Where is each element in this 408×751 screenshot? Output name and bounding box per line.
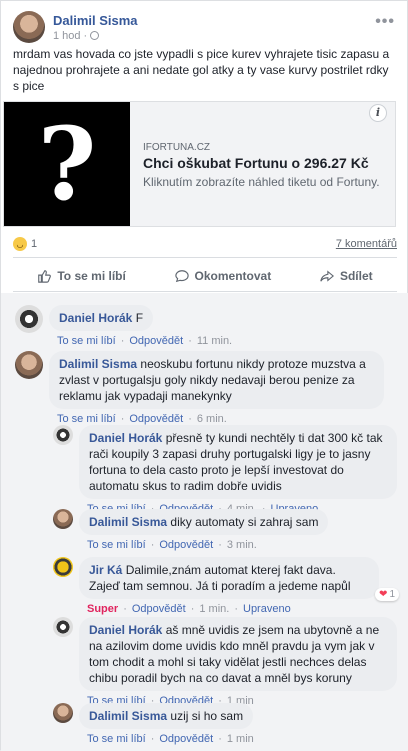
reply-link[interactable]: Odpovědět bbox=[129, 413, 183, 425]
commenter-avatar[interactable] bbox=[53, 703, 73, 723]
post-card: Dalimil Sisma 1 hod · ••• mrdam vas hova… bbox=[0, 0, 408, 751]
reply-link[interactable]: Odpovědět bbox=[159, 539, 213, 551]
reply-comment: Daniel Horák aš mně uvidis ze jsem na ub… bbox=[53, 617, 397, 707]
divider bbox=[13, 291, 397, 292]
thumbs-up-icon bbox=[38, 270, 52, 283]
comment-reaction-badge[interactable]: ❤ 1 bbox=[375, 588, 399, 601]
post-author[interactable]: Dalimil Sisma bbox=[53, 13, 138, 28]
question-mark-image: ? bbox=[4, 102, 130, 226]
comment-author[interactable]: Daniel Horák bbox=[59, 311, 132, 325]
commenter-avatar[interactable] bbox=[53, 509, 73, 529]
share-button[interactable]: Sdílet bbox=[320, 269, 373, 283]
comment-author[interactable]: Daniel Horák bbox=[89, 431, 162, 445]
comment-time[interactable]: 3 min. bbox=[227, 539, 257, 551]
reply-link[interactable]: Odpovědět bbox=[129, 335, 183, 347]
comment-text: uzij si ho sam bbox=[170, 709, 244, 723]
super-reaction-link[interactable]: Super bbox=[87, 603, 118, 615]
reaction-count[interactable]: 1 bbox=[31, 238, 37, 250]
like-link[interactable]: To se mi líbí bbox=[87, 539, 146, 551]
commenter-avatar[interactable] bbox=[53, 617, 73, 637]
link-domain: IFORTUNA.CZ bbox=[143, 142, 211, 153]
reply-link[interactable]: Odpovědět bbox=[132, 603, 186, 615]
speech-bubble-icon bbox=[174, 270, 189, 283]
comment-text: F bbox=[135, 311, 144, 325]
comments-section: Daniel Horák F To se mi líbí · Odpovědět · 1… bbox=[1, 293, 408, 751]
heart-reaction-icon: ❤ bbox=[379, 589, 388, 600]
like-link[interactable]: To se mi líbí bbox=[87, 733, 146, 745]
reply-comment: Dalimil Sisma uzij si ho sam To se mi lí… bbox=[53, 703, 254, 745]
reply-comment: Dalimil Sisma diky automaty si zahraj sa… bbox=[53, 509, 329, 551]
post-time[interactable]: 1 hod bbox=[53, 30, 81, 42]
comment-author[interactable]: Dalimil Sisma bbox=[89, 709, 167, 723]
comment: Dalimil Sisma neoskubu fortunu nikdy pro… bbox=[15, 351, 384, 425]
edited-link[interactable]: Upraveno bbox=[243, 603, 291, 615]
haha-reaction-icon[interactable]: ◡ bbox=[13, 237, 27, 251]
commenter-avatar[interactable] bbox=[53, 557, 73, 577]
like-button[interactable]: To se mi líbí bbox=[37, 269, 126, 283]
comment-author[interactable]: Daniel Horák bbox=[89, 623, 162, 637]
divider bbox=[13, 257, 397, 258]
comment-text: diky automaty si zahraj sam bbox=[170, 515, 319, 529]
comment-time[interactable]: 6 min. bbox=[197, 413, 227, 425]
commenter-avatar[interactable] bbox=[53, 425, 73, 445]
link-title: Chci oškubat Fortunu o 296.27 Kč bbox=[143, 155, 369, 171]
info-icon[interactable]: i bbox=[369, 104, 387, 122]
comment-author[interactable]: Dalimil Sisma bbox=[89, 515, 167, 529]
link-description: Kliknutím zobrazíte náhled tiketu od For… bbox=[143, 175, 380, 189]
comment-author[interactable]: Dalimil Sisma bbox=[59, 357, 137, 371]
action-bar: To se mi líbí Okomentovat Sdílet bbox=[13, 263, 397, 289]
comment-author[interactable]: Jir Ká bbox=[89, 563, 122, 577]
more-dots-icon[interactable]: ••• bbox=[375, 13, 395, 31]
like-link[interactable]: To se mi líbí bbox=[57, 335, 116, 347]
comment-time[interactable]: 1 min bbox=[227, 733, 254, 745]
share-arrow-icon bbox=[320, 270, 334, 282]
post-header: Dalimil Sisma 1 hod · bbox=[13, 11, 138, 43]
comment-button[interactable]: Okomentovat bbox=[174, 269, 271, 283]
comments-count-link[interactable]: 7 komentářů bbox=[336, 238, 397, 250]
reply-link[interactable]: Odpovědět bbox=[159, 733, 213, 745]
link-preview[interactable]: ? IFORTUNA.CZ Chci oškubat Fortunu o 296… bbox=[3, 101, 396, 227]
commenter-avatar[interactable] bbox=[15, 351, 43, 379]
author-avatar[interactable] bbox=[13, 11, 45, 43]
post-text: mrdam vas hovada co jste vypadli s pice … bbox=[13, 47, 390, 93]
comment-time[interactable]: 1 min. bbox=[199, 603, 229, 615]
commenter-avatar[interactable] bbox=[15, 305, 43, 333]
comment-time[interactable]: 11 min. bbox=[197, 335, 232, 347]
like-link[interactable]: To se mi líbí bbox=[57, 413, 116, 425]
reply-comment: Daniel Horák přesně ty kundi nechtěly ti… bbox=[53, 425, 397, 515]
comment-text: Dalimile,znám automat kterej fakt dava. … bbox=[89, 563, 351, 593]
reactions-summary: ◡ 1 7 komentářů bbox=[13, 237, 397, 251]
comment: Daniel Horák F To se mi líbí · Odpovědět · 1… bbox=[15, 305, 232, 347]
globe-icon bbox=[90, 31, 100, 40]
reply-comment: Jir Ká Dalimile,znám automat kterej fakt… bbox=[53, 557, 399, 615]
